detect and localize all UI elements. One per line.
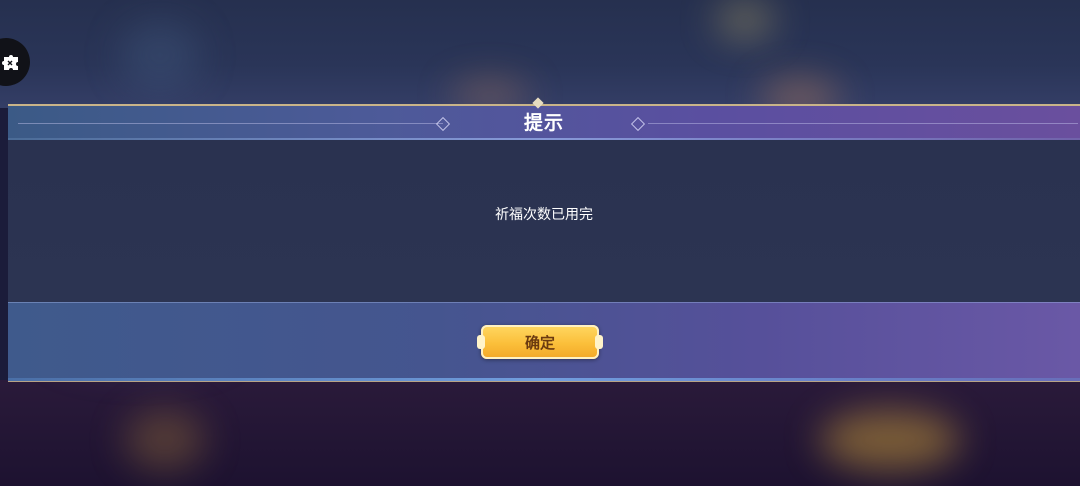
button-ornament-left [477, 335, 485, 349]
puzzle-icon [2, 52, 22, 72]
dialog-message: 祈福次数已用完 [495, 207, 593, 223]
game-screen: 提示 祈福次数已用完 确定 [0, 0, 1080, 486]
dialog-body: 祈福次数已用完 [8, 140, 1080, 302]
dialog-footer: 确定 [8, 302, 1080, 381]
dialog-title: 提示 [523, 112, 564, 134]
background-light [125, 410, 205, 470]
notice-dialog: 提示 祈福次数已用完 确定 [8, 97, 1080, 382]
confirm-button-label: 确定 [524, 334, 555, 352]
background-light [715, 0, 775, 40]
background-light [820, 410, 960, 470]
button-ornament-right [595, 335, 603, 349]
dialog-header: 提示 [8, 97, 1080, 140]
background-light [120, 20, 200, 90]
confirm-button[interactable]: 确定 [477, 325, 603, 359]
